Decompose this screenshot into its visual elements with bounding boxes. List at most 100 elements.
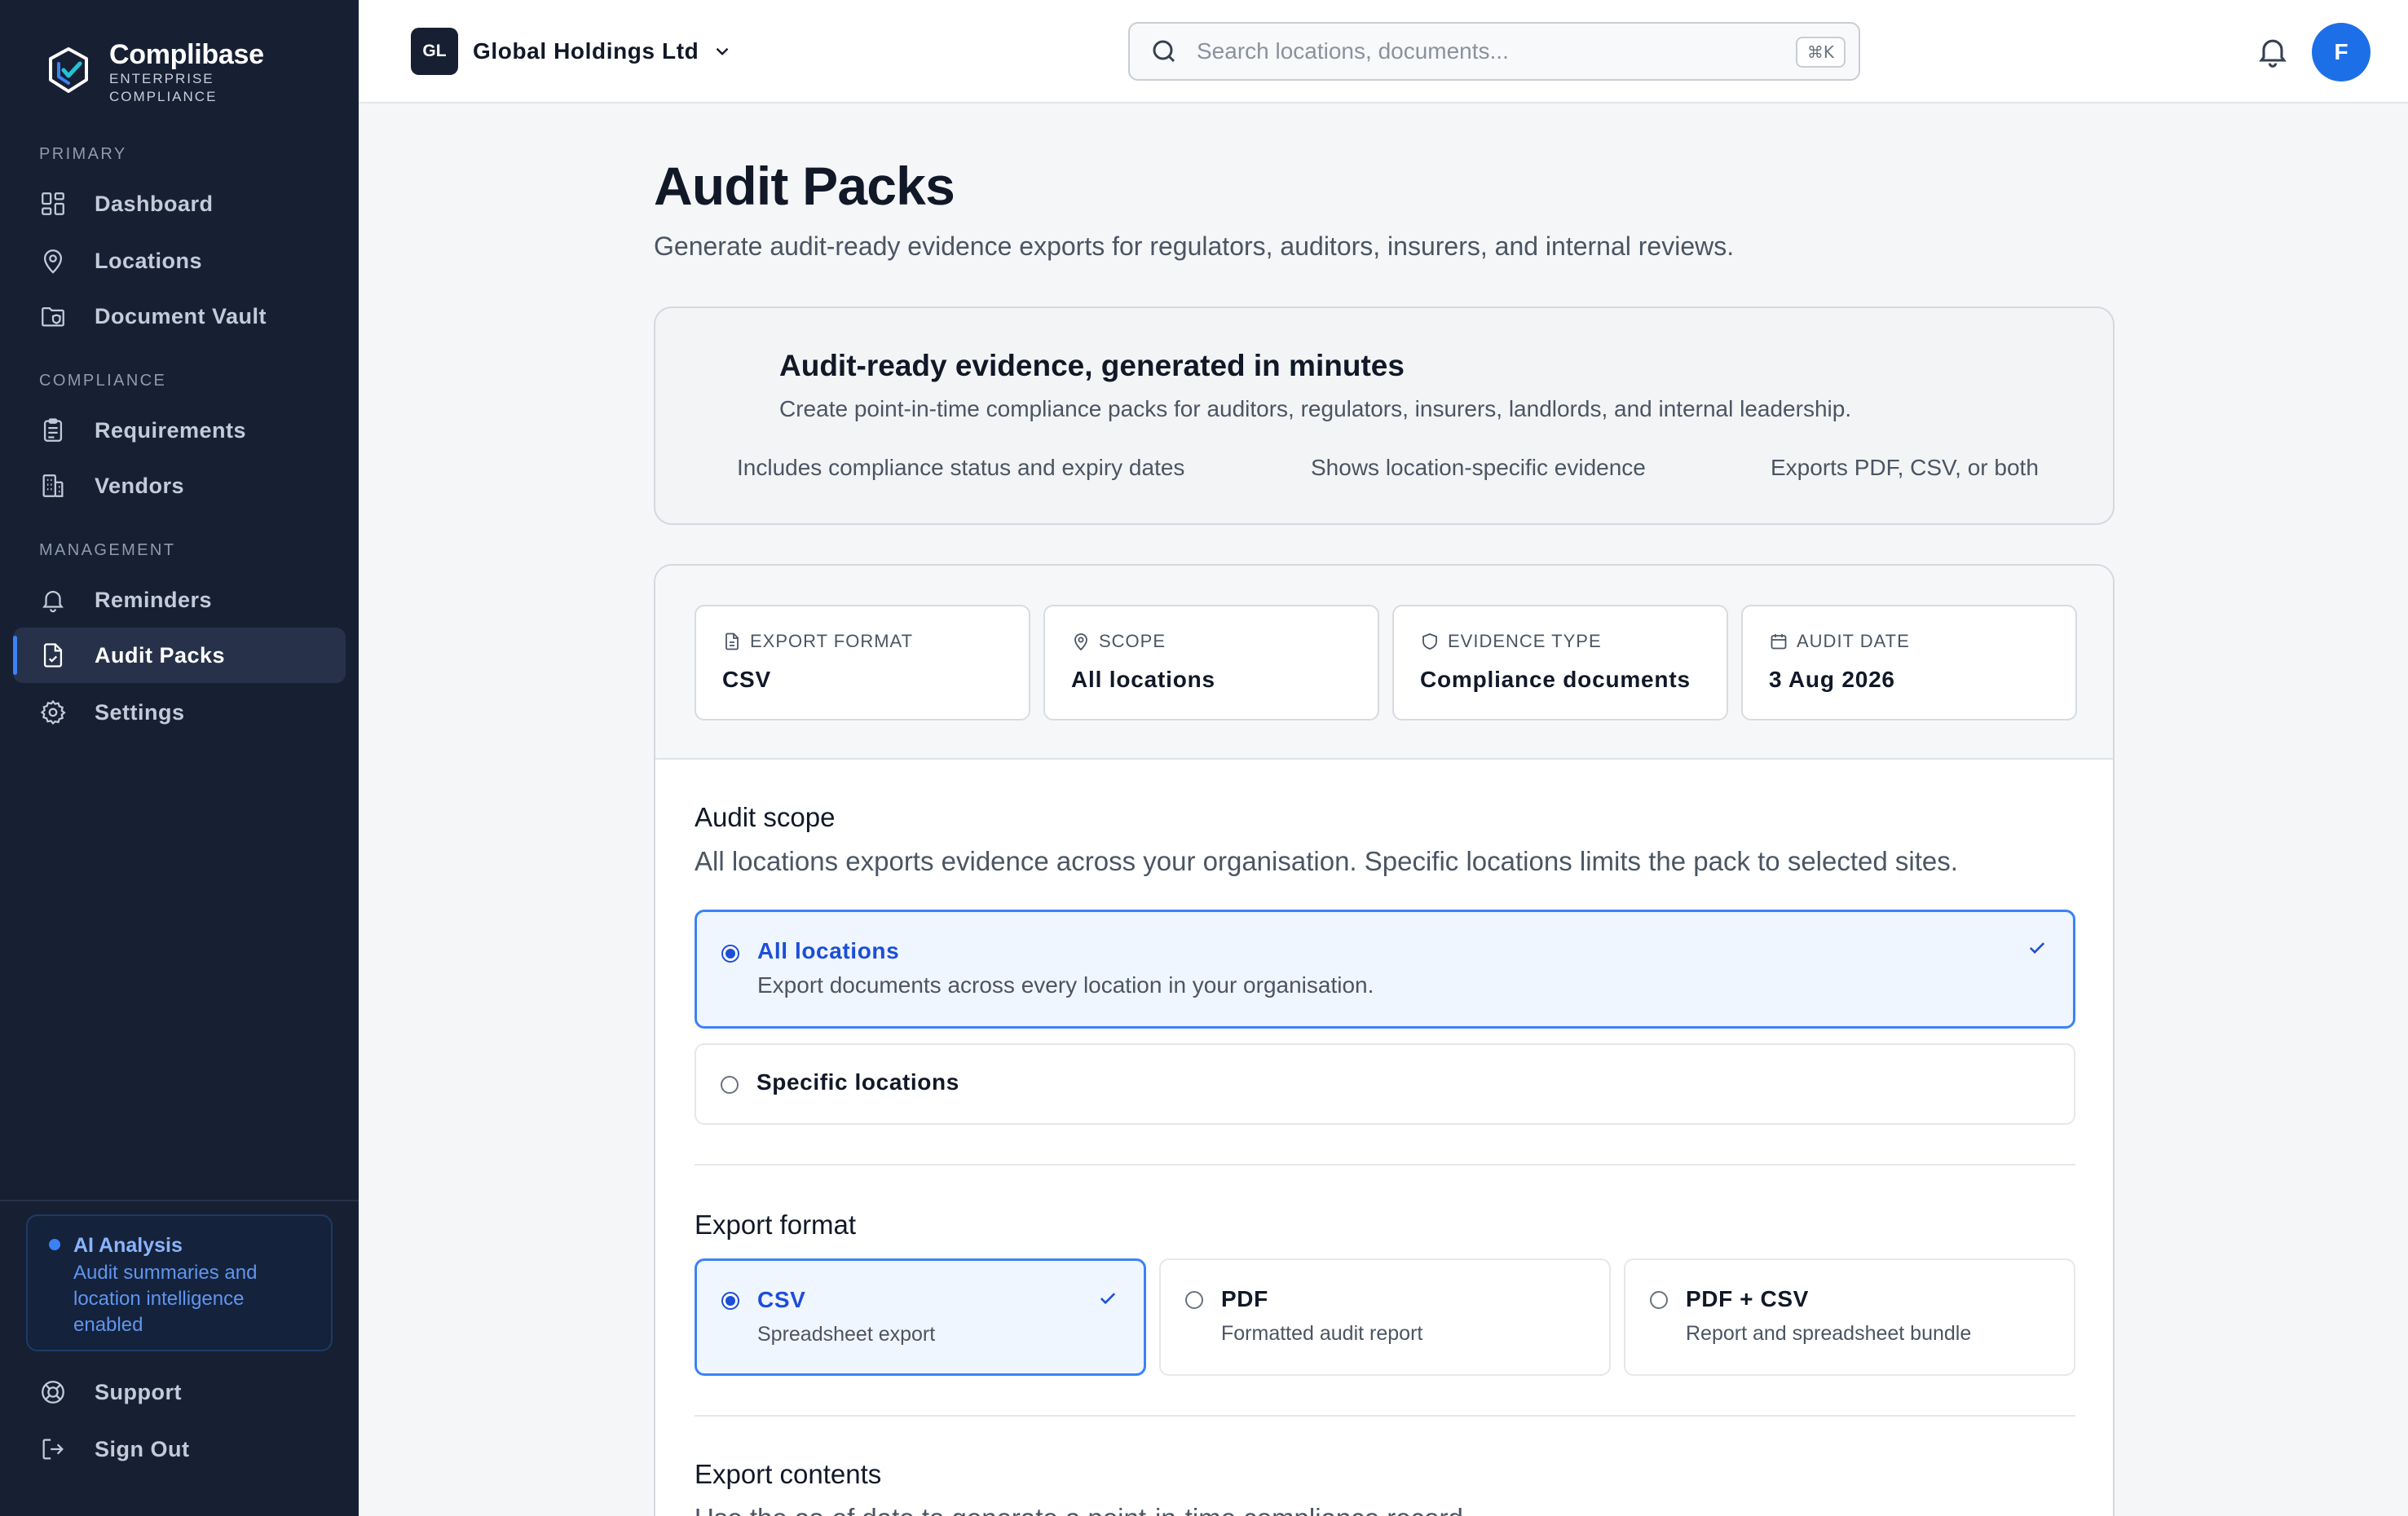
section-divider <box>695 1415 2075 1417</box>
radio-unselected[interactable] <box>1650 1291 1668 1309</box>
ai-analysis-card: AI Analysis Audit summaries and location… <box>26 1214 333 1351</box>
sidebar-item-label: Dashboard <box>95 191 214 216</box>
scope-option-specific-locations[interactable]: Specific locations <box>695 1043 2075 1125</box>
sign-out-icon <box>42 1439 64 1460</box>
sidebar-divider <box>0 1200 359 1201</box>
brand-subtitle-line1: ENTERPRISE <box>109 71 214 86</box>
brand-subtitle-line2: COMPLIANCE <box>109 89 218 104</box>
sidebar-item-support[interactable]: Support <box>13 1364 346 1420</box>
app-root: Complibase ENTERPRISE COMPLIANCE PRIMARY… <box>0 0 2408 1516</box>
sidebar-item-label: Support <box>95 1379 182 1404</box>
sidebar-item-locations[interactable]: Locations <box>13 233 346 289</box>
sidebar-item-label: Vendors <box>95 473 185 498</box>
export-format-title: Export format <box>695 1210 857 1240</box>
option-description: Export documents across every location i… <box>757 972 1374 998</box>
sidebar-item-label: Settings <box>95 699 185 725</box>
sidebar-item-dashboard[interactable]: Dashboard <box>13 176 346 231</box>
sidebar-item-document-vault[interactable]: Document Vault <box>13 289 346 344</box>
export-contents-title: Export contents <box>695 1459 882 1489</box>
search-bar[interactable]: ⌘K <box>1128 22 1860 81</box>
summary-export-format: EXPORT FORMAT CSV <box>695 605 1030 721</box>
file-check-icon <box>43 643 63 668</box>
status-dot-icon <box>49 1239 60 1250</box>
format-title: CSV <box>757 1287 806 1312</box>
sidebar-item-label: Reminders <box>95 587 213 612</box>
option-title: All locations <box>757 938 900 963</box>
search-icon <box>1153 40 1175 63</box>
format-option-pdf[interactable]: PDF Formatted audit report <box>1159 1258 1611 1376</box>
building-icon <box>42 474 64 497</box>
summary-band: EXPORT FORMAT CSV SCOPE All locations EV… <box>655 566 2113 760</box>
map-pin-icon <box>1074 633 1087 651</box>
radio-selected[interactable] <box>721 945 739 963</box>
option-title: Specific locations <box>756 1069 959 1095</box>
complibase-logo-icon <box>49 47 88 93</box>
radio-unselected[interactable] <box>1185 1291 1203 1309</box>
hero-feature: Shows location-specific evidence <box>1311 455 1646 480</box>
scope-option-all-locations[interactable]: All locations Export documents across ev… <box>695 910 2075 1029</box>
summary-value: CSV <box>722 667 771 692</box>
summary-label: SCOPE <box>1099 631 1167 651</box>
brand[interactable]: Complibase ENTERPRISE COMPLIANCE <box>46 39 264 106</box>
summary-value: Compliance documents <box>1420 667 1691 692</box>
ai-analysis-desc: Audit summaries and location intelligenc… <box>73 1262 258 1336</box>
export-contents-description: Use the as-of date to generate a point-i… <box>695 1503 1471 1516</box>
page-subtitle: Generate audit-ready evidence exports fo… <box>654 231 1735 261</box>
brand-name: Complibase <box>109 39 264 70</box>
sidebar-item-requirements[interactable]: Requirements <box>13 403 346 458</box>
sidebar-item-label: Requirements <box>95 417 247 443</box>
format-description: Spreadsheet export <box>757 1323 936 1346</box>
hero-feature: Includes compliance status and expiry da… <box>737 455 1185 480</box>
search-input[interactable] <box>1197 38 1767 64</box>
map-pin-icon <box>43 249 63 274</box>
format-option-csv[interactable]: CSV Spreadsheet export <box>695 1258 1146 1376</box>
summary-scope: SCOPE All locations <box>1043 605 1379 721</box>
sidebar-item-audit-packs[interactable]: Audit Packs <box>13 628 346 683</box>
summary-value: 3 Aug 2026 <box>1769 667 1895 692</box>
hero-feature: Exports PDF, CSV, or both <box>1771 455 2039 480</box>
lifebuoy-icon <box>42 1381 64 1404</box>
summary-evidence-type: EVIDENCE TYPE Compliance documents <box>1392 605 1728 721</box>
audit-scope-title: Audit scope <box>695 802 836 832</box>
calendar-icon <box>1771 634 1787 650</box>
summary-label: EXPORT FORMAT <box>750 631 914 651</box>
user-avatar[interactable]: F <box>2312 23 2371 82</box>
clipboard-icon <box>43 418 63 442</box>
folder-shield-icon <box>42 306 64 327</box>
grid-icon <box>42 192 64 215</box>
sidebar-item-sign-out[interactable]: Sign Out <box>13 1421 346 1477</box>
page-title: Audit Packs <box>654 156 955 216</box>
radio-selected[interactable] <box>721 1292 739 1310</box>
org-badge: GL <box>411 28 458 75</box>
audit-scope-description: All locations exports evidence across yo… <box>695 846 1958 876</box>
shield-icon <box>1422 633 1437 650</box>
nav-section-compliance: COMPLIANCE <box>39 372 167 390</box>
nav-section-management: MANAGEMENT <box>39 541 176 559</box>
notifications-bell-icon[interactable] <box>2255 33 2291 70</box>
org-switcher[interactable]: GL Global Holdings Ltd <box>411 28 733 75</box>
audit-pack-form-card: EXPORT FORMAT CSV SCOPE All locations EV… <box>654 564 2115 1516</box>
sidebar-item-vendors[interactable]: Vendors <box>13 458 346 513</box>
summary-value: All locations <box>1071 667 1215 692</box>
sidebar-item-reminders[interactable]: Reminders <box>13 572 346 628</box>
hero-description: Create point-in-time compliance packs fo… <box>779 396 1852 421</box>
section-divider <box>695 1164 2075 1166</box>
search-shortcut-badge: ⌘K <box>1795 37 1846 68</box>
sidebar-item-settings[interactable]: Settings <box>13 685 346 740</box>
bell-icon <box>42 591 64 613</box>
radio-unselected[interactable] <box>721 1076 739 1094</box>
format-description: Report and spreadsheet bundle <box>1686 1322 1972 1345</box>
format-title: PDF + CSV <box>1686 1286 1809 1311</box>
format-title: PDF <box>1221 1286 1268 1311</box>
sidebar-item-label: Sign Out <box>95 1436 190 1461</box>
sidebar: Complibase ENTERPRISE COMPLIANCE PRIMARY… <box>0 0 359 1516</box>
hero-banner: Audit-ready evidence, generated in minut… <box>654 306 2115 525</box>
sidebar-item-label: Document Vault <box>95 303 267 328</box>
sidebar-item-label: Locations <box>95 248 203 273</box>
hero-title: Audit-ready evidence, generated in minut… <box>779 349 1405 382</box>
org-name: Global Holdings Ltd <box>473 38 699 64</box>
sidebar-item-label: Audit Packs <box>95 642 226 668</box>
summary-label: AUDIT DATE <box>1797 631 1910 651</box>
format-option-pdf-csv[interactable]: PDF + CSV Report and spreadsheet bundle <box>1624 1258 2075 1376</box>
check-icon <box>1100 1293 1116 1305</box>
